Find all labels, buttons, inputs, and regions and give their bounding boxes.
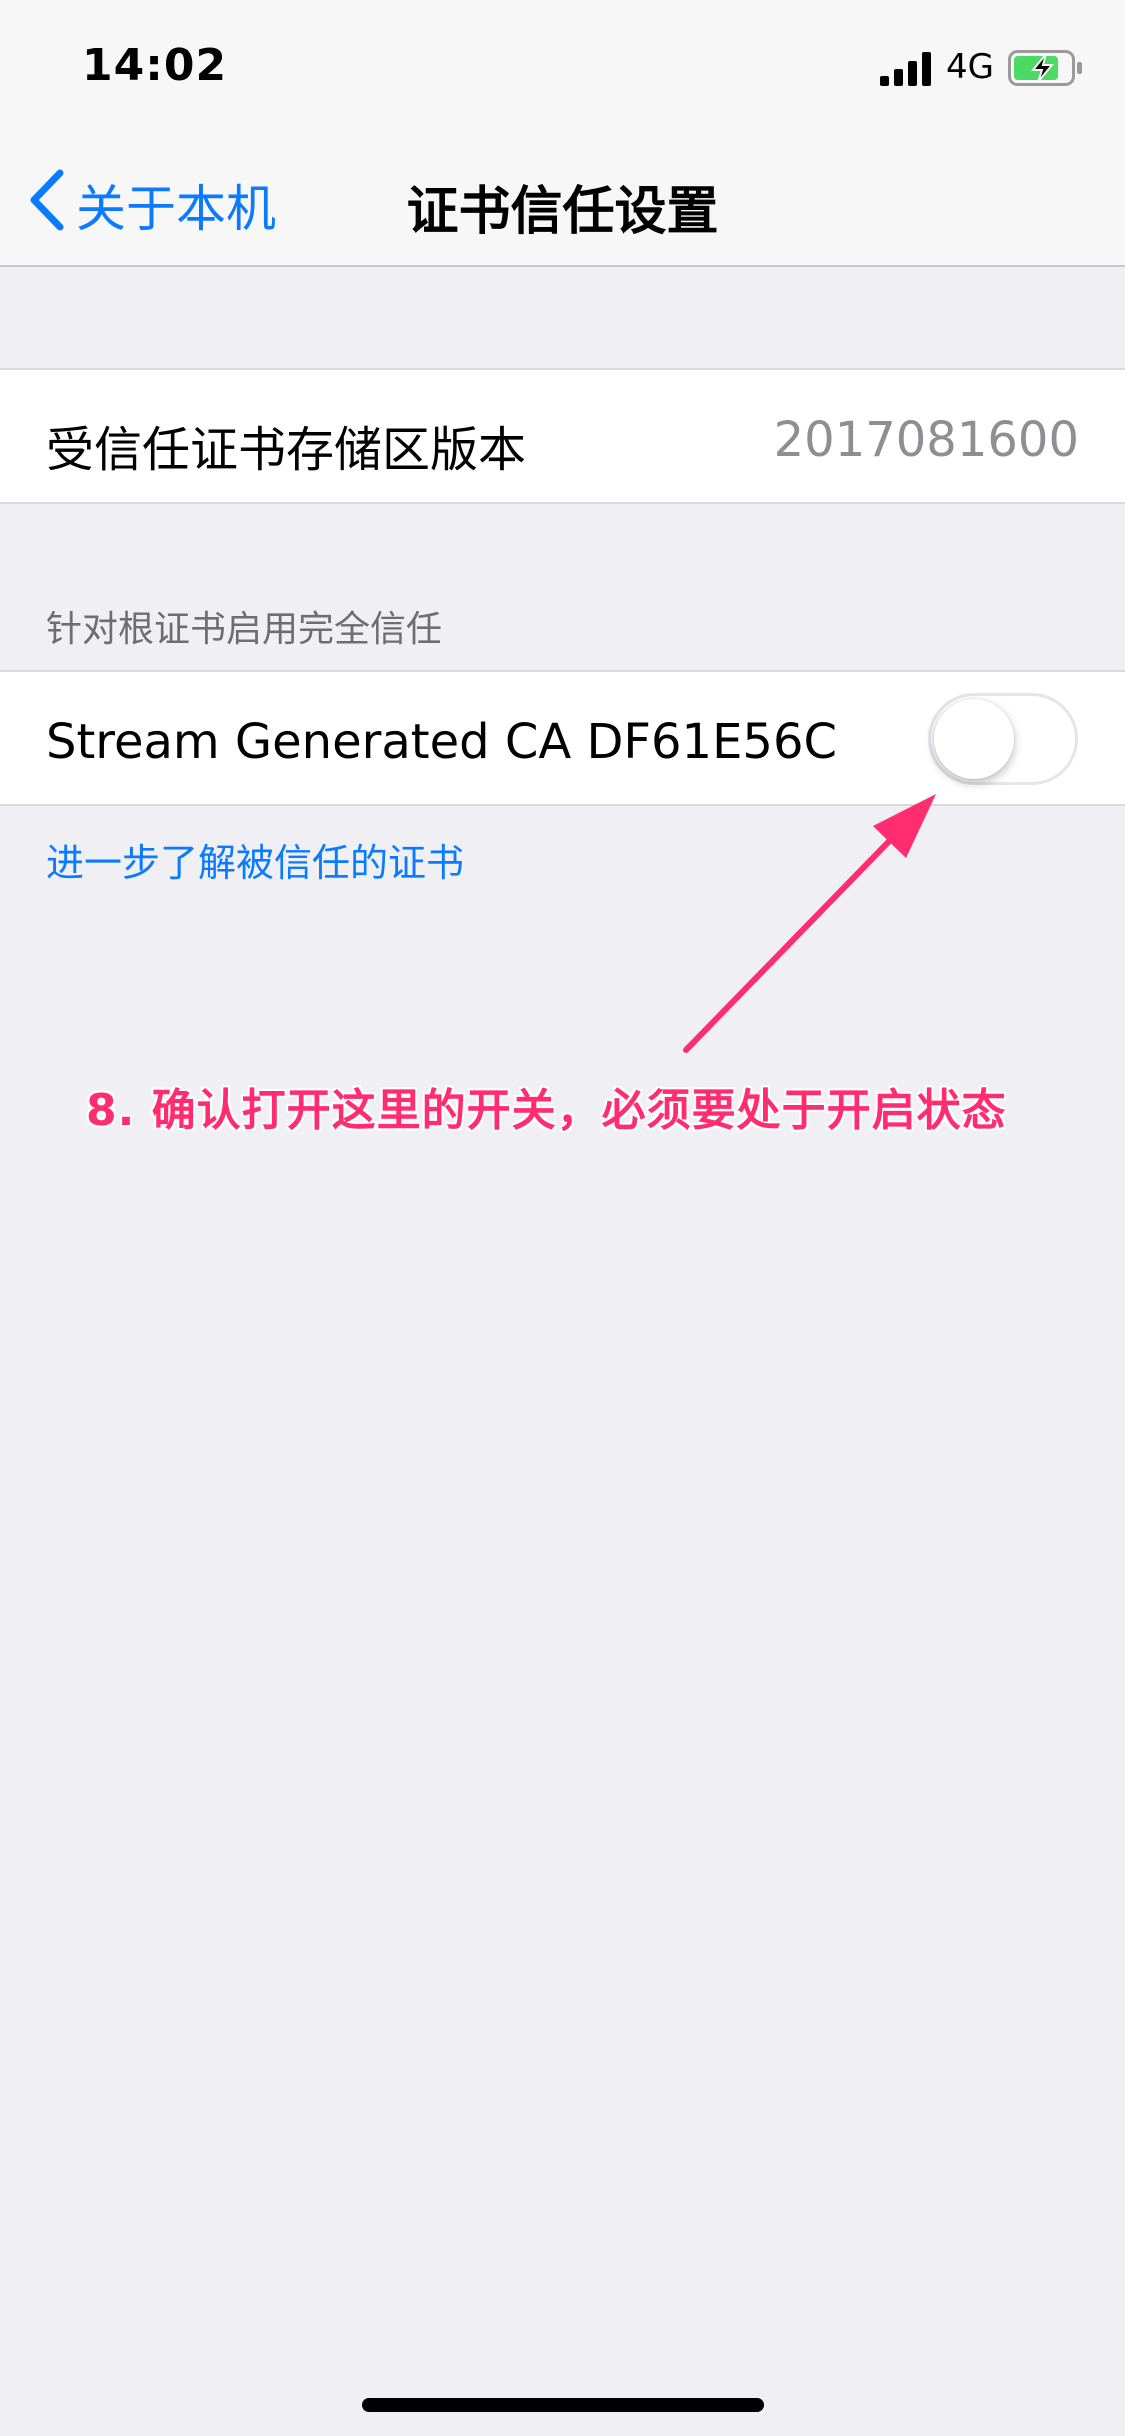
battery-charging-icon xyxy=(1008,50,1082,86)
network-type: 4G xyxy=(946,47,994,87)
certificate-trust-toggle[interactable] xyxy=(928,693,1078,785)
full-trust-section-header: 针对根证书启用完全信任 xyxy=(46,609,443,650)
page-title: 证书信任设置 xyxy=(406,182,719,242)
navigation-bar: 关于本机 证书信任设置 xyxy=(0,135,1125,267)
toggle-knob xyxy=(934,699,1014,779)
certificate-name-label: Stream Generated CA DF61E56C xyxy=(46,714,838,770)
learn-more-link[interactable]: 进一步了解被信任的证书 xyxy=(46,832,464,887)
trust-store-version-label: 受信任证书存储区版本 xyxy=(46,422,527,478)
cellular-signal-icon xyxy=(880,52,931,86)
home-indicator[interactable] xyxy=(362,2398,764,2412)
annotation-arrow-icon xyxy=(683,794,936,1053)
trust-store-version-row: 受信任证书存储区版本 2017081600 xyxy=(0,368,1125,504)
status-time: 14:02 xyxy=(82,40,228,91)
trust-store-version-value: 2017081600 xyxy=(773,412,1079,468)
certificate-trust-row: Stream Generated CA DF61E56C xyxy=(0,670,1125,806)
annotation-text: 8. 确认打开这里的开关，必须要处于开启状态 xyxy=(86,1085,1007,1136)
status-bar: 14:02 4G xyxy=(0,0,1125,135)
